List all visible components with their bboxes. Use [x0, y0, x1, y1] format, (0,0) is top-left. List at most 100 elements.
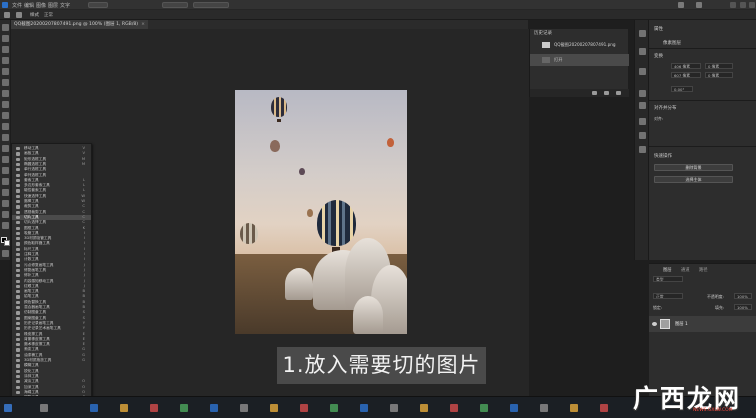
history-state[interactable]: 打开	[530, 54, 629, 66]
menu-layer[interactable]: 图层	[48, 2, 58, 9]
taskbar-app-icon[interactable]	[420, 404, 428, 412]
tab-layers[interactable]: 图层	[663, 267, 672, 273]
taskbar-app-icon[interactable]	[120, 404, 128, 412]
quick-select-tool-icon[interactable]	[2, 57, 9, 64]
flyout-tool-label: 仿制图章工具	[24, 310, 47, 315]
history-snapshot[interactable]: QQ截图20200207807491.png	[530, 39, 629, 51]
brush-settings-icon[interactable]	[639, 132, 646, 139]
hand-tool-icon[interactable]	[2, 222, 9, 229]
tutorial-caption: 1.放入需要切的图片	[277, 347, 486, 384]
height-input[interactable]: 607 像素	[671, 72, 701, 78]
blend-mode-select[interactable]: 正常	[653, 293, 683, 299]
history-icon[interactable]	[639, 30, 646, 37]
select-subject-button[interactable]: 选择主体	[654, 176, 733, 183]
document-tab[interactable]: QQ截图20200207807491.png @ 100% (图层 1, RGB…	[10, 20, 148, 29]
marquee-tool-icon[interactable]	[2, 35, 9, 42]
menu-edit[interactable]: 编辑	[24, 2, 34, 9]
taskbar-app-icon[interactable]	[480, 404, 488, 412]
taskbar-app-icon[interactable]	[510, 404, 518, 412]
swatches-icon[interactable]	[639, 146, 646, 153]
lasso-tool-icon[interactable]	[2, 46, 9, 53]
home-icon[interactable]	[4, 12, 10, 18]
taskbar-app-icon[interactable]	[450, 404, 458, 412]
blur-tool-icon[interactable]	[2, 167, 9, 174]
width-field[interactable]	[162, 2, 188, 8]
eraser-tool-icon[interactable]	[2, 145, 9, 152]
taskbar-app-icon[interactable]	[570, 404, 578, 412]
y-input[interactable]: 0 像素	[705, 72, 733, 78]
pen-tool-icon[interactable]	[2, 189, 9, 196]
taskbar-app-icon[interactable]	[330, 404, 338, 412]
taskbar-app-icon[interactable]	[270, 404, 278, 412]
x-input[interactable]: 0 像素	[705, 63, 733, 69]
layer-row[interactable]: 图层 1	[649, 316, 756, 332]
menu-file[interactable]: 文件	[12, 2, 22, 9]
camera-icon[interactable]	[604, 91, 609, 95]
background-color-swatch[interactable]	[4, 240, 10, 246]
workspace-icon[interactable]	[696, 2, 702, 8]
taskbar-app-icon[interactable]	[90, 404, 98, 412]
taskbar-app-icon[interactable]	[210, 404, 218, 412]
crop-tool-icon[interactable]	[2, 68, 9, 75]
properties-icon[interactable]	[639, 48, 646, 55]
taskbar-app-icon[interactable]	[300, 404, 308, 412]
close-tab-icon[interactable]: ×	[141, 20, 145, 29]
move-tool-icon[interactable]	[2, 24, 9, 31]
taskbar-app-icon[interactable]	[540, 404, 548, 412]
minimize-icon[interactable]	[730, 2, 736, 8]
trash-icon[interactable]	[616, 91, 621, 95]
taskbar-app-icon[interactable]	[180, 404, 188, 412]
start-icon[interactable]	[4, 404, 12, 412]
menu-image[interactable]: 图像	[36, 2, 46, 9]
tab-paths[interactable]: 路径	[699, 267, 708, 273]
tool-flyout-menu: 移动工具 V 画板工具 V 矩形选框工具 M 椭圆选框工具 M 单行选框工具 单列选框工具 套索工具…	[11, 143, 92, 416]
type-tool-icon[interactable]	[2, 200, 9, 207]
taskbar-app-icon[interactable]	[240, 404, 248, 412]
dodge-tool-icon[interactable]	[2, 178, 9, 185]
maximize-icon[interactable]	[740, 2, 746, 8]
style-select[interactable]: 正常	[44, 12, 53, 18]
adjustments-icon[interactable]	[639, 118, 646, 125]
search-icon[interactable]	[678, 2, 684, 8]
character-icon[interactable]	[639, 90, 646, 97]
taskbar-app-icon[interactable]	[40, 404, 48, 412]
align-title: 对齐并分布	[654, 106, 677, 111]
flyout-tool-label: 颜色替换工具	[24, 299, 47, 304]
frame-tool-icon[interactable]	[2, 79, 9, 86]
tool-icon	[16, 311, 20, 315]
lock-label: 锁定:	[653, 305, 663, 310]
fill-input[interactable]: 100%	[734, 304, 752, 310]
new-document-icon[interactable]	[592, 91, 597, 95]
history-brush-tool-icon[interactable]	[2, 134, 9, 141]
document-image[interactable]	[235, 90, 407, 334]
remove-background-button[interactable]: 删除背景	[654, 164, 733, 171]
opacity-input[interactable]: 100%	[734, 293, 752, 299]
visibility-eye-icon[interactable]	[652, 322, 657, 326]
close-icon[interactable]	[749, 2, 755, 8]
eyedropper-tool-icon[interactable]	[2, 90, 9, 97]
gradient-tool-icon[interactable]	[2, 156, 9, 163]
marquee-icon[interactable]	[16, 12, 22, 18]
flyout-tool-label: 磁性套索工具	[24, 188, 47, 193]
feather-field[interactable]	[88, 2, 108, 8]
taskbar-app-icon[interactable]	[360, 404, 368, 412]
stamp-tool-icon[interactable]	[2, 123, 9, 130]
info-icon[interactable]	[639, 68, 646, 75]
healing-brush-tool-icon[interactable]	[2, 101, 9, 108]
tab-channels[interactable]: 通道	[681, 267, 690, 273]
taskbar-app-icon[interactable]	[390, 404, 398, 412]
angle-input[interactable]: 0.00°	[671, 86, 693, 92]
paragraph-icon[interactable]	[639, 102, 646, 109]
path-select-tool-icon[interactable]	[2, 211, 9, 218]
width-input[interactable]: 406 像素	[671, 63, 701, 69]
menu-type[interactable]: 文字	[60, 2, 70, 9]
brush-tool-icon[interactable]	[2, 112, 9, 119]
tool-icon	[16, 168, 20, 172]
filter-kind-select[interactable]: 类型	[653, 276, 683, 282]
select-mask-button[interactable]	[193, 2, 229, 8]
quick-mask-icon[interactable]	[2, 250, 9, 257]
tool-icon	[16, 189, 20, 193]
flyout-tool-label: 移动工具	[24, 146, 39, 150]
taskbar-app-icon[interactable]	[600, 404, 608, 412]
taskbar-app-icon[interactable]	[150, 404, 158, 412]
